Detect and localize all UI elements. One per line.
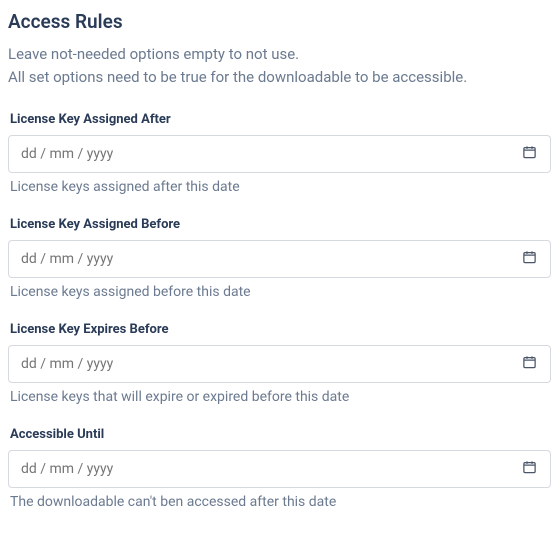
field-accessible-until: Accessible Until The downloadable can't … [8,427,551,510]
input-assigned-before[interactable] [8,240,551,278]
input-expires-before[interactable] [8,345,551,383]
section-title: Access Rules [8,10,551,33]
section-description-line-2: All set options need to be true for the … [8,68,467,86]
help-assigned-after: License keys assigned after this date [8,179,551,195]
label-assigned-after: License Key Assigned After [8,112,551,127]
field-assigned-after: License Key Assigned After License keys … [8,112,551,195]
help-expires-before: License keys that will expire or expired… [8,389,551,405]
help-accessible-until: The downloadable can't ben accessed afte… [8,494,551,510]
input-accessible-until[interactable] [8,450,551,488]
date-input-wrap [8,345,551,383]
date-input-wrap [8,240,551,278]
section-description: Leave not-needed options empty to not us… [8,43,551,88]
section-description-line-1: Leave not-needed options empty to not us… [8,45,299,63]
field-expires-before: License Key Expires Before License keys … [8,322,551,405]
label-assigned-before: License Key Assigned Before [8,217,551,232]
field-assigned-before: License Key Assigned Before License keys… [8,217,551,300]
label-accessible-until: Accessible Until [8,427,551,442]
help-assigned-before: License keys assigned before this date [8,284,551,300]
input-assigned-after[interactable] [8,135,551,173]
date-input-wrap [8,135,551,173]
date-input-wrap [8,450,551,488]
label-expires-before: License Key Expires Before [8,322,551,337]
